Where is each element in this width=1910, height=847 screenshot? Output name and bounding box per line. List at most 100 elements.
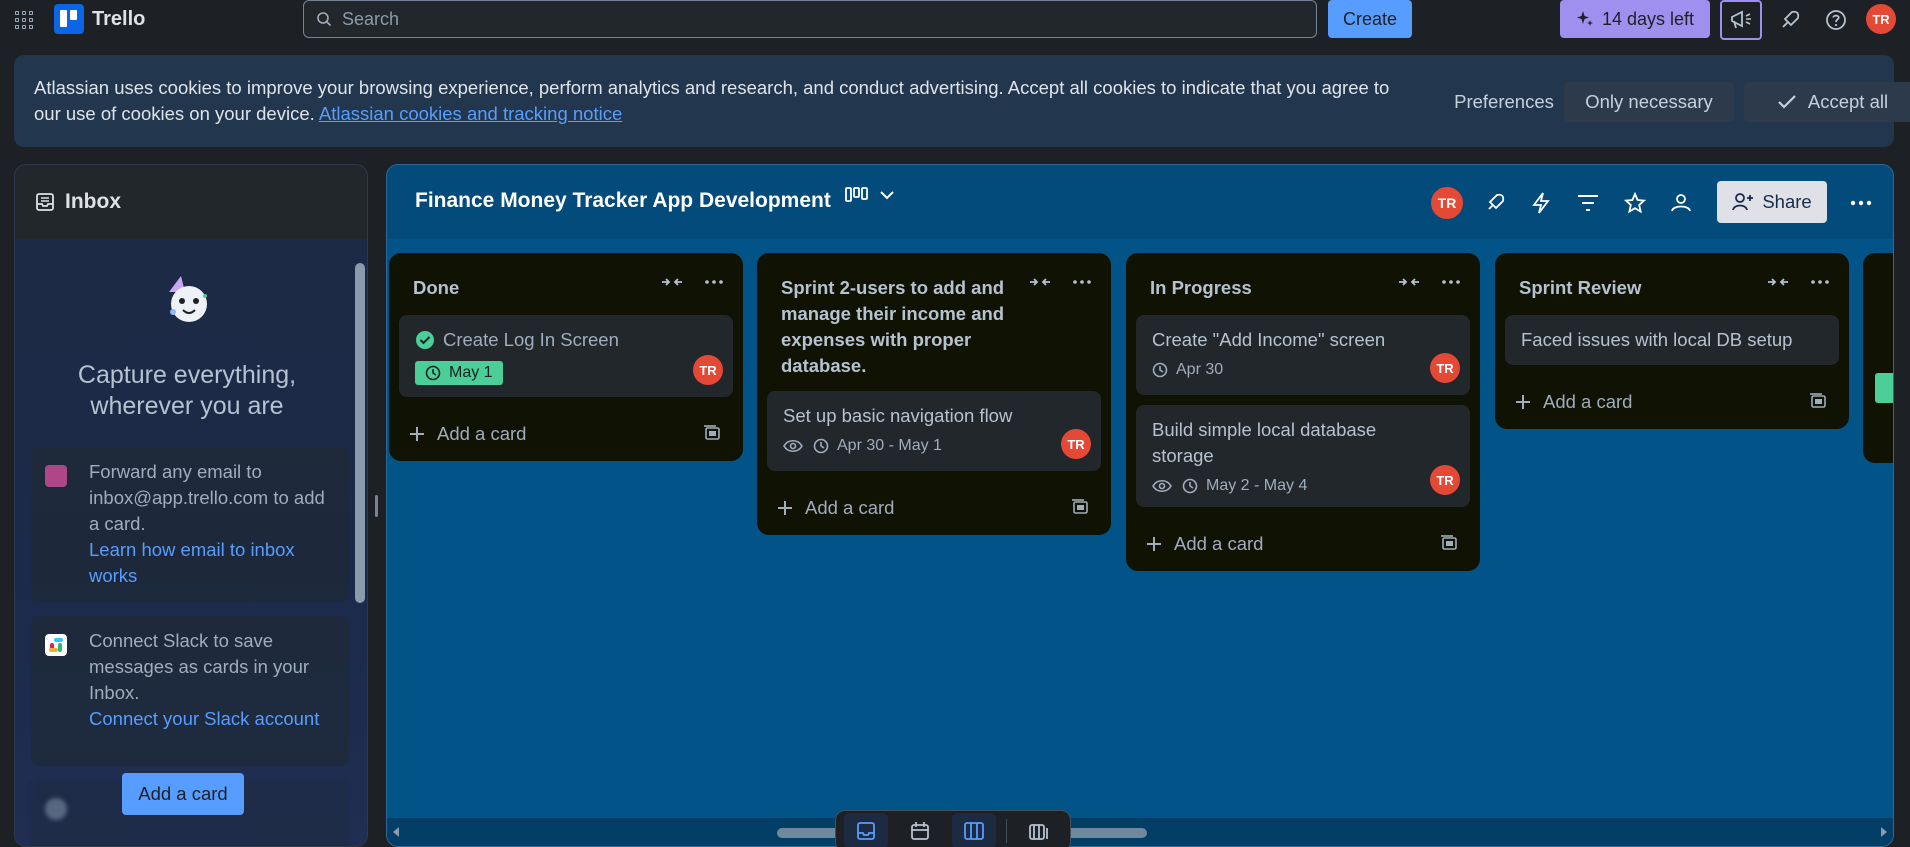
scroll-left-icon[interactable]: [391, 826, 401, 838]
chevron-down-icon: [880, 191, 894, 200]
switch-boards-icon: [1029, 824, 1048, 840]
account-avatar[interactable]: TR: [1866, 4, 1896, 34]
card[interactable]: Build simple local database storage May …: [1136, 405, 1470, 507]
check-icon: [1778, 95, 1796, 109]
list-title[interactable]: Done: [413, 277, 459, 298]
trello-logo-icon: [54, 4, 84, 34]
cookie-notice-link[interactable]: Atlassian cookies and tracking notice: [319, 103, 622, 124]
sparkle-icon: [1576, 11, 1593, 26]
card-member-avatar[interactable]: TR: [1430, 465, 1460, 495]
card-title: Set up basic navigation flow: [783, 405, 1013, 426]
list-header: In Progress: [1126, 253, 1480, 315]
create-button[interactable]: Create: [1328, 0, 1412, 38]
due-date: May 1: [449, 364, 493, 381]
template-icon[interactable]: [703, 425, 721, 441]
card-member-avatar[interactable]: TR: [693, 355, 723, 385]
collapse-icon[interactable]: [1398, 275, 1420, 289]
trial-button[interactable]: 14 days left: [1560, 0, 1710, 38]
collapse-icon[interactable]: [1029, 275, 1051, 289]
list-sprint-2[interactable]: Sprint 2-users to add and manage their i…: [757, 253, 1111, 535]
help-icon[interactable]: [1822, 6, 1850, 34]
list-header: Done: [389, 253, 743, 315]
automation-icon[interactable]: [1527, 189, 1555, 217]
board-horizontal-scrollbar[interactable]: [387, 818, 1893, 846]
card[interactable]: Faced issues with local DB setup: [1505, 315, 1839, 365]
planner-view-button[interactable]: [898, 813, 942, 847]
list-title[interactable]: Sprint 2-users to add and manage their i…: [781, 277, 1004, 376]
list-in-progress[interactable]: In Progress Create "Add Income" screen A…: [1126, 253, 1480, 571]
add-card-label: Add a card: [1174, 533, 1264, 554]
due-date-badge[interactable]: Apr 30 - May 1: [813, 437, 942, 455]
inbox-title: Inbox: [65, 190, 121, 213]
collapse-icon[interactable]: [661, 275, 683, 289]
slack-tip-link[interactable]: Connect your Slack account: [89, 706, 335, 732]
inbox-view-icon: [857, 822, 875, 840]
add-card-button[interactable]: Add a card: [1126, 517, 1480, 571]
card[interactable]: Create "Add Income" screen Apr 30 TR: [1136, 315, 1470, 395]
list-menu-icon[interactable]: [1442, 280, 1460, 284]
slack-tip: Connect Slack to save messages as cards …: [31, 616, 349, 766]
power-ups-icon[interactable]: [1481, 189, 1509, 217]
list-title[interactable]: In Progress: [1150, 277, 1252, 298]
share-button[interactable]: Share: [1717, 181, 1827, 223]
list-done[interactable]: Done Create Log In Screen May 1 TR Add a…: [389, 253, 743, 461]
list-title[interactable]: Sprint Review: [1519, 277, 1641, 298]
board-columns-icon: [964, 822, 984, 840]
board-view-button[interactable]: [952, 813, 996, 847]
inbox-headline: Capture everything, wherever you are: [77, 361, 297, 420]
card[interactable]: Create Log In Screen May 1 TR: [399, 315, 733, 397]
inbox-scrollbar[interactable]: [353, 243, 365, 843]
card-member-avatar[interactable]: TR: [1061, 429, 1091, 459]
add-card-button[interactable]: Add a card: [389, 407, 743, 461]
add-card-label: Add a card: [1543, 391, 1633, 412]
list-sprint-review[interactable]: Sprint Review Faced issues with local DB…: [1495, 253, 1849, 429]
add-card-button[interactable]: Add a card: [757, 481, 1111, 535]
star-icon[interactable]: [1621, 189, 1649, 217]
list-partial[interactable]: [1863, 253, 1893, 463]
board-member-avatar[interactable]: TR: [1429, 185, 1465, 221]
board-view-icon: [845, 187, 868, 202]
list-menu-icon[interactable]: [1073, 280, 1091, 284]
slack-tip-text: Connect Slack to save messages as cards …: [89, 630, 310, 703]
board-header: Finance Money Tracker App Development TR…: [387, 165, 1893, 239]
complete-check-icon[interactable]: [415, 330, 435, 350]
add-card-button[interactable]: Add a card: [1495, 375, 1849, 429]
due-date-badge[interactable]: May 1: [415, 361, 503, 385]
email-tip-text: Forward any email to inbox@app.trello.co…: [89, 461, 325, 534]
collapse-icon[interactable]: [1767, 275, 1789, 289]
filter-icon[interactable]: [1574, 189, 1602, 217]
template-icon[interactable]: [1809, 393, 1827, 409]
more-options-icon[interactable]: [1847, 189, 1875, 217]
inbox-add-card-button[interactable]: Add a card: [122, 773, 244, 815]
card-member-avatar[interactable]: TR: [1430, 353, 1460, 383]
rocket-icon[interactable]: [1776, 6, 1804, 34]
template-icon[interactable]: [1440, 535, 1458, 551]
accept-all-button[interactable]: Accept all: [1744, 82, 1910, 122]
template-icon[interactable]: [1071, 499, 1089, 515]
list-header: Sprint Review: [1495, 253, 1849, 315]
search-bar[interactable]: [303, 0, 1317, 38]
board-title[interactable]: Finance Money Tracker App Development: [415, 189, 831, 213]
due-date-badge[interactable]: Apr 30: [1152, 361, 1223, 379]
workspace-visibility-icon[interactable]: [1667, 189, 1695, 217]
only-necessary-button[interactable]: Only necessary: [1564, 82, 1734, 122]
list-menu-icon[interactable]: [1811, 280, 1829, 284]
list-header: Sprint 2-users to add and manage their i…: [757, 253, 1111, 391]
email-tip-link[interactable]: Learn how email to inbox works: [89, 537, 335, 589]
card[interactable]: Set up basic navigation flow Apr 30 - Ma…: [767, 391, 1101, 471]
due-date: Apr 30 - May 1: [837, 437, 942, 454]
board-view-selector[interactable]: [845, 187, 895, 203]
preferences-button[interactable]: Preferences: [1426, 82, 1582, 122]
list-menu-icon[interactable]: [705, 280, 723, 284]
due-date: May 2 - May 4: [1206, 477, 1308, 494]
panel-resize-handle[interactable]: [375, 495, 378, 517]
trello-logo[interactable]: Trello: [54, 4, 145, 34]
switch-boards-button[interactable]: [1017, 813, 1061, 847]
scroll-right-icon[interactable]: [1879, 826, 1889, 838]
apps-grid-icon[interactable]: [12, 8, 36, 32]
inbox-view-button[interactable]: [844, 813, 888, 847]
clock-icon: [813, 438, 829, 454]
due-date-badge[interactable]: May 2 - May 4: [1182, 477, 1307, 495]
search-input[interactable]: [342, 8, 1242, 30]
announcements-button[interactable]: [1720, 0, 1762, 40]
